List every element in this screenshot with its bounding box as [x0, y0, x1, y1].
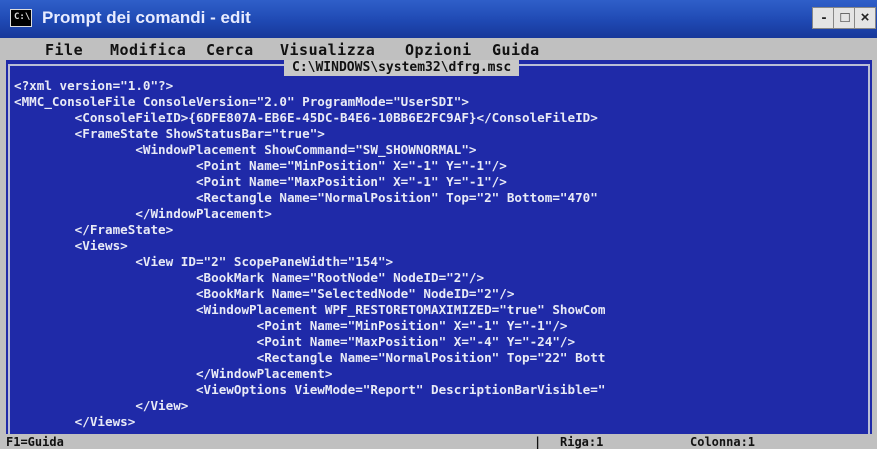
status-separator: | — [534, 435, 542, 449]
code-line: <FrameState ShowStatusBar="true"> — [14, 126, 325, 141]
title-bar[interactable]: C:\ Prompt dei comandi - edit - □ × — [0, 0, 877, 38]
code-line: </View> — [14, 398, 189, 413]
code-line: <MMC_ConsoleFile ConsoleVersion="2.0" Pr… — [14, 94, 469, 109]
close-icon[interactable]: × — [854, 7, 876, 29]
code-line: </WindowPlacement> — [14, 206, 272, 221]
code-line: <Rectangle Name="NormalPosition" Top="22… — [14, 350, 606, 365]
code-line: <ConsoleFileID>{6DFE807A-EB6E-45DC-B4E6-… — [14, 110, 598, 125]
menu-modifica[interactable]: Modifica — [110, 41, 186, 59]
command-prompt-window: C:\ Prompt dei comandi - edit - □ × File… — [0, 0, 877, 449]
code-line: <Rectangle Name="NormalPosition" Top="2"… — [14, 190, 598, 205]
window-title: Prompt dei comandi - edit — [42, 8, 251, 27]
code-line: </WindowPlacement> — [14, 366, 333, 381]
code-line: <?xml version="1.0"?> — [14, 78, 174, 93]
code-line: <ViewOptions ViewMode="Report" Descripti… — [14, 382, 606, 397]
menu-file[interactable]: File — [45, 41, 83, 59]
code-line: <Point Name="MaxPosition" X="-1" Y="-1"/… — [14, 174, 507, 189]
code-line: </FrameState> — [14, 222, 174, 237]
code-line: <BookMark Name="SelectedNode" NodeID="2"… — [14, 286, 515, 301]
menu-opzioni[interactable]: Opzioni — [405, 41, 472, 59]
menu-bar: File Modifica Cerca Visualizza Opzioni G… — [0, 38, 877, 60]
menu-cerca[interactable]: Cerca — [206, 41, 254, 59]
code-line: <WindowPlacement ShowCommand="SW_SHOWNOR… — [14, 142, 477, 157]
console-icon[interactable]: C:\ — [10, 9, 32, 27]
row-indicator: Riga:1 — [560, 435, 604, 449]
code-line: <WindowPlacement WPF_RESTORETOMAXIMIZED=… — [14, 302, 606, 317]
code-line: <Point Name="MinPosition" X="-1" Y="-1"/… — [14, 158, 507, 173]
help-hint: F1=Guida — [6, 435, 64, 449]
code-line: <Point Name="MaxPosition" X="-4" Y="-24"… — [14, 334, 576, 349]
code-line: <Views> — [14, 238, 128, 253]
editor-text-area[interactable]: C:\WINDOWS\system32\dfrg.msc <?xml versi… — [6, 60, 872, 434]
status-bar: F1=Guida | Riga:1 Colonna:1 — [0, 434, 877, 449]
file-path-label: C:\WINDOWS\system32\dfrg.msc — [284, 60, 520, 76]
menu-visualizza[interactable]: Visualizza — [280, 41, 375, 59]
column-indicator: Colonna:1 — [690, 435, 756, 449]
code-line: <View ID="2" ScopePaneWidth="154"> — [14, 254, 394, 269]
code-line: <Point Name="MinPosition" X="-1" Y="-1"/… — [14, 318, 568, 333]
code-line: </Views> — [14, 414, 136, 429]
menu-guida[interactable]: Guida — [492, 41, 540, 59]
code-line: <BookMark Name="RootNode" NodeID="2"/> — [14, 270, 485, 285]
